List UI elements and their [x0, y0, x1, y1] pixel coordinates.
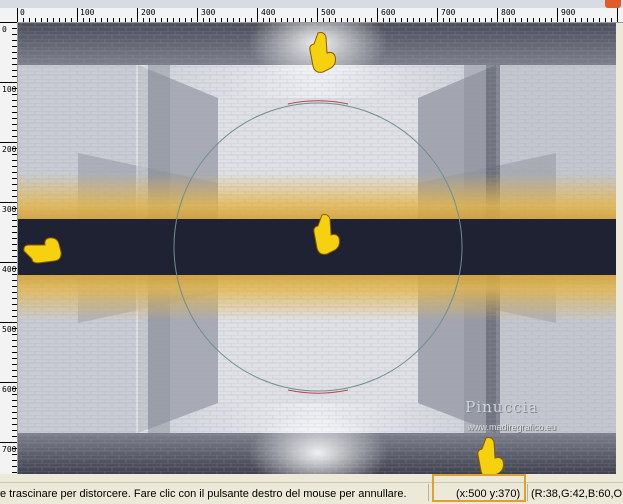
vruler-label: 700	[2, 445, 17, 454]
hruler-label: 800	[501, 8, 516, 17]
status-separator	[527, 484, 528, 501]
ruler-corner	[0, 8, 18, 23]
pixel-color-readout: (R:38,G:42,B:60,O	[531, 488, 623, 500]
status-separator	[428, 484, 429, 501]
hruler-label: 500	[321, 8, 336, 17]
hruler-label: 300	[201, 8, 216, 17]
vruler-label: 300	[2, 205, 17, 214]
hruler-label: 100	[80, 8, 95, 17]
vertical-ruler: 0 100 200 300 400 500 600 700	[0, 22, 18, 474]
close-icon[interactable]	[605, 0, 621, 8]
hruler-label: 200	[141, 8, 156, 17]
status-message: e trascinare per distorcere. Fare clic c…	[0, 488, 407, 500]
vruler-label: 400	[2, 265, 17, 274]
image-canvas[interactable]: Pinuccia www.madiregrafico.eu	[18, 23, 616, 474]
hruler-label: 600	[381, 8, 396, 17]
watermark-logo: Pinuccia	[465, 398, 538, 416]
vruler-label: 100	[2, 85, 17, 94]
hruler-label: 400	[261, 8, 276, 17]
vruler-label: 600	[2, 385, 17, 394]
vruler-label: 200	[2, 145, 17, 154]
canvas-gutter	[616, 23, 623, 474]
vruler-label: 0	[2, 25, 7, 34]
vruler-label: 500	[2, 325, 17, 334]
hruler-label: 700	[441, 8, 456, 17]
horizontal-ruler-ticks	[17, 8, 618, 22]
hruler-label: 0	[20, 8, 25, 17]
coordinates-highlight-box	[432, 474, 526, 502]
status-bar: e trascinare per distorcere. Fare clic c…	[0, 482, 623, 504]
watermark-url: www.madiregrafico.eu	[467, 422, 556, 432]
hruler-label: 900	[561, 8, 576, 17]
horizontal-ruler: 0 100 200 300 400 500 600 700 800 900	[17, 8, 623, 23]
